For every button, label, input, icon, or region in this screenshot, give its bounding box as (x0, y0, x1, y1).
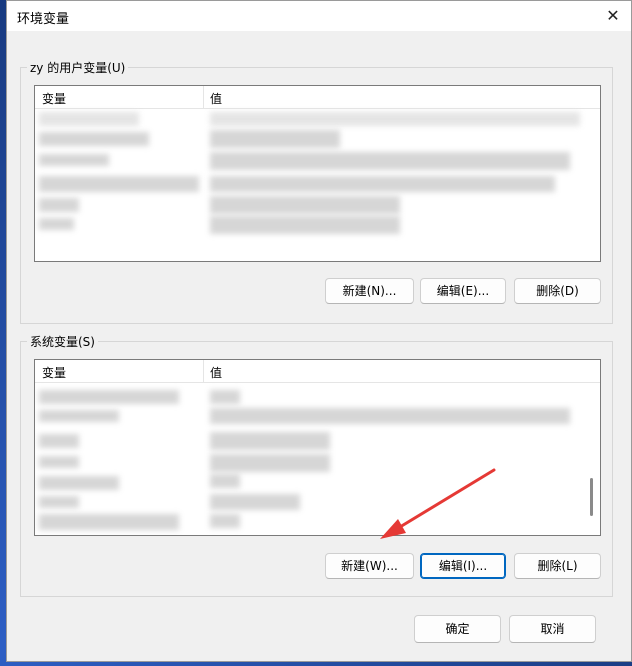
env-variables-dialog: 环境变量 ✕ zy 的用户变量(U) 变量 值 新建(N)... 编辑(E)..… (6, 0, 632, 662)
user-variables-list[interactable]: 变量 值 (34, 85, 601, 262)
user-new-button[interactable]: 新建(N)... (325, 278, 414, 304)
system-delete-button[interactable]: 删除(L) (514, 553, 601, 579)
close-icon[interactable]: ✕ (603, 6, 623, 26)
cancel-button[interactable]: 取消 (509, 615, 596, 643)
user-variables-label: zy 的用户变量(U) (27, 59, 129, 76)
dialog-title: 环境变量 (17, 12, 70, 27)
user-variables-group: zy 的用户变量(U) 变量 值 新建(N)... 编辑(E)... 删除(D) (20, 59, 613, 324)
system-variables-group: 系统变量(S) 变量 值 新建(W)... 编辑(I)... 删除(L) (20, 333, 613, 597)
system-variables-list[interactable]: 变量 值 (34, 359, 601, 536)
user-list-header: 变量 值 (35, 86, 600, 109)
system-variables-label: 系统变量(S) (27, 333, 98, 350)
system-edit-button[interactable]: 编辑(I)... (420, 553, 506, 579)
system-column-divider[interactable] (203, 360, 204, 382)
system-column-value[interactable]: 值 (210, 364, 222, 381)
system-list-header: 变量 值 (35, 360, 600, 383)
system-new-button[interactable]: 新建(W)... (325, 553, 414, 579)
user-edit-button[interactable]: 编辑(E)... (420, 278, 506, 304)
user-column-divider[interactable] (203, 86, 204, 108)
user-column-variable[interactable]: 变量 (42, 90, 66, 107)
title-bar: 环境变量 ✕ (7, 1, 631, 31)
user-column-value[interactable]: 值 (210, 90, 222, 107)
system-column-variable[interactable]: 变量 (42, 364, 66, 381)
user-delete-button[interactable]: 删除(D) (514, 278, 601, 304)
ok-button[interactable]: 确定 (414, 615, 501, 643)
system-list-scrollbar[interactable] (590, 478, 593, 516)
